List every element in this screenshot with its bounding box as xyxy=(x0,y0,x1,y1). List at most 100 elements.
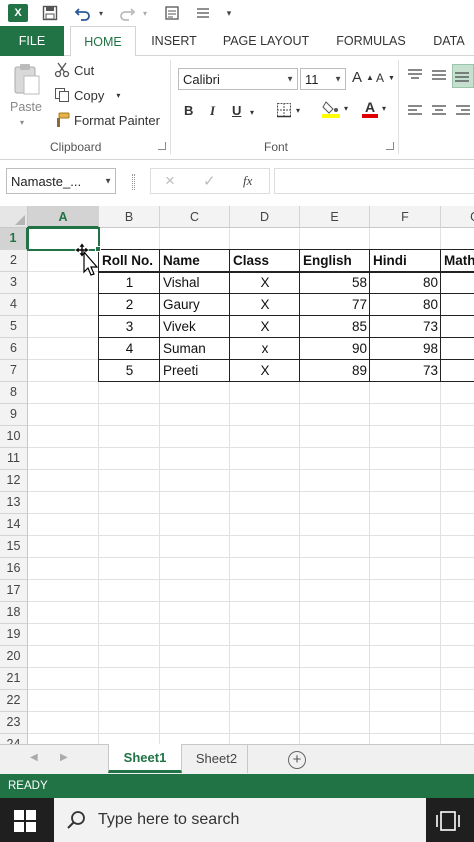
row-header-21[interactable]: 21 xyxy=(0,668,28,690)
align-left-icon[interactable] xyxy=(406,104,424,118)
formula-bar-grip[interactable] xyxy=(132,174,135,190)
row-header-3[interactable]: 3 xyxy=(0,272,28,294)
table-cell[interactable]: X xyxy=(233,272,297,294)
undo-icon[interactable] xyxy=(72,4,94,22)
table-cell[interactable]: 3 xyxy=(102,316,157,338)
table-cell[interactable]: 98 xyxy=(373,338,438,360)
tab-data[interactable]: DATA xyxy=(424,26,474,56)
paste-dropdown-icon[interactable]: ▾ xyxy=(20,118,24,127)
table-cell[interactable]: 58 xyxy=(303,272,367,294)
tab-formulas[interactable]: FORMULAS xyxy=(328,26,414,56)
name-box[interactable]: Namaste_... ▼ xyxy=(6,168,116,194)
tab-home[interactable]: HOME xyxy=(70,26,136,57)
windows-start-icon[interactable] xyxy=(14,810,36,837)
row-header-22[interactable]: 22 xyxy=(0,690,28,712)
worksheet-grid[interactable]: ABCDEFG 12345678910111213141516171819202… xyxy=(0,206,474,744)
table-header-cell[interactable]: Hindi xyxy=(373,250,438,272)
row-header-11[interactable]: 11 xyxy=(0,448,28,470)
save-icon[interactable] xyxy=(40,4,60,22)
table-cell[interactable]: 4 xyxy=(102,338,157,360)
table-cell[interactable]: X xyxy=(233,294,297,316)
redo-icon[interactable] xyxy=(116,4,138,22)
redo-dropdown-icon[interactable]: ▾ xyxy=(140,4,150,22)
table-cell[interactable]: 73 xyxy=(373,316,438,338)
tab-page-layout[interactable]: PAGE LAYOUT xyxy=(214,26,318,56)
column-header-d[interactable]: D xyxy=(230,206,300,228)
column-header-a[interactable]: A xyxy=(28,206,99,228)
row-header-16[interactable]: 16 xyxy=(0,558,28,580)
underline-dropdown-icon[interactable]: ▾ xyxy=(250,108,254,117)
shrink-font-button[interactable]: A ▼ xyxy=(376,71,395,85)
table-cell[interactable]: 89 xyxy=(303,360,367,382)
row-header-13[interactable]: 13 xyxy=(0,492,28,514)
row-header-8[interactable]: 8 xyxy=(0,382,28,404)
customize-qat-icon[interactable]: ▾ xyxy=(222,4,236,22)
table-cell[interactable]: Vivek xyxy=(163,316,227,338)
row-header-1[interactable]: 1 xyxy=(0,228,28,250)
align-middle-icon[interactable] xyxy=(430,68,448,82)
table-cell[interactable]: Preeti xyxy=(163,360,227,382)
fill-color-dropdown-icon[interactable]: ▾ xyxy=(344,104,348,113)
table-cell[interactable]: 5 xyxy=(102,360,157,382)
column-header-c[interactable]: C xyxy=(160,206,230,228)
sheet-tab-sheet2[interactable]: Sheet2 xyxy=(186,745,248,773)
table-header-cell[interactable]: Class xyxy=(233,250,297,272)
table-header-cell[interactable]: Name xyxy=(163,250,227,272)
table-header-cell[interactable]: Roll No. xyxy=(102,250,157,272)
row-header-14[interactable]: 14 xyxy=(0,514,28,536)
table-cell[interactable]: Vishal xyxy=(163,272,227,294)
scroll-right-icon[interactable]: ▶ xyxy=(60,752,68,763)
font-size-dropdown[interactable]: 11 ▼ xyxy=(300,68,346,90)
table-header-cell[interactable]: English xyxy=(303,250,367,272)
taskbar-search-box[interactable]: Type here to search xyxy=(54,798,426,842)
new-sheet-icon[interactable]: + xyxy=(288,751,306,769)
font-color-button[interactable]: A xyxy=(362,100,378,118)
excel-logo-icon[interactable]: X xyxy=(8,4,28,22)
column-header-b[interactable]: B xyxy=(99,206,160,228)
table-cell[interactable]: 80 xyxy=(373,272,438,294)
enter-entry-icon[interactable]: ✓ xyxy=(203,172,216,190)
table-cell[interactable]: 2 xyxy=(102,294,157,316)
task-view-icon[interactable] xyxy=(436,810,460,837)
menu-lines-icon[interactable] xyxy=(194,4,212,22)
borders-dropdown-icon[interactable]: ▾ xyxy=(296,106,300,115)
formula-input[interactable] xyxy=(274,168,474,194)
undo-dropdown-icon[interactable]: ▾ xyxy=(96,4,106,22)
table-cell[interactable]: 85 xyxy=(303,316,367,338)
row-header-4[interactable]: 4 xyxy=(0,294,28,316)
column-header-e[interactable]: E xyxy=(300,206,370,228)
fill-color-button[interactable] xyxy=(322,100,340,118)
table-header-cell[interactable]: Math xyxy=(444,250,474,272)
row-header-12[interactable]: 12 xyxy=(0,470,28,492)
column-header-f[interactable]: F xyxy=(370,206,441,228)
row-header-20[interactable]: 20 xyxy=(0,646,28,668)
table-cell[interactable]: 73 xyxy=(373,360,438,382)
font-color-dropdown-icon[interactable]: ▾ xyxy=(382,104,386,113)
column-header-g[interactable]: G xyxy=(441,206,474,228)
italic-button[interactable]: I xyxy=(210,103,215,119)
row-header-5[interactable]: 5 xyxy=(0,316,28,338)
tab-insert[interactable]: INSERT xyxy=(146,26,202,56)
table-cell[interactable]: 77 xyxy=(303,294,367,316)
font-launcher-icon[interactable] xyxy=(386,142,394,150)
table-cell[interactable]: x xyxy=(233,338,297,360)
cut-button[interactable]: Cut xyxy=(54,62,94,78)
clipboard-launcher-icon[interactable] xyxy=(158,142,166,150)
table-cell[interactable]: 90 xyxy=(303,338,367,360)
row-header-19[interactable]: 19 xyxy=(0,624,28,646)
font-name-dropdown[interactable]: Calibri ▼ xyxy=(178,68,298,90)
select-all-button[interactable] xyxy=(0,206,28,228)
sheet-tab-sheet1[interactable]: Sheet1 xyxy=(108,744,182,773)
borders-button[interactable]: ▾ xyxy=(276,102,300,118)
row-header-17[interactable]: 17 xyxy=(0,580,28,602)
tab-file[interactable]: FILE xyxy=(0,26,64,56)
underline-button[interactable]: U xyxy=(232,103,241,118)
align-right-icon[interactable] xyxy=(454,104,472,118)
insert-function-icon[interactable]: fx xyxy=(243,173,252,189)
table-cell[interactable]: Gaury xyxy=(163,294,227,316)
table-cell[interactable]: X xyxy=(233,316,297,338)
align-bottom-icon[interactable] xyxy=(452,64,474,88)
table-cell[interactable]: 80 xyxy=(373,294,438,316)
row-header-2[interactable]: 2 xyxy=(0,250,28,272)
row-header-18[interactable]: 18 xyxy=(0,602,28,624)
